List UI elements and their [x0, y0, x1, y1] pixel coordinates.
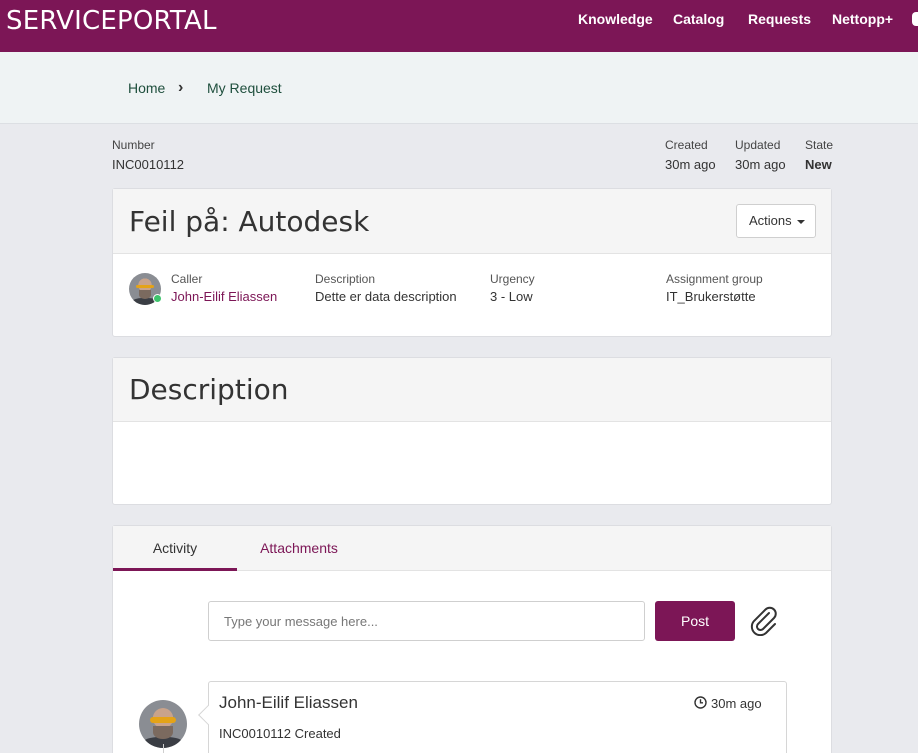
ticket-card-header: Feil på: Autodesk Actions [113, 189, 831, 254]
presence-online-icon [153, 294, 162, 303]
entry-text: INC0010112 Created [219, 726, 341, 741]
caller-link[interactable]: John-Eilif Eliassen [171, 289, 277, 304]
description-label: Description [315, 272, 376, 286]
state-value: New [805, 157, 832, 172]
actions-label: Actions [749, 213, 792, 228]
entry-time: 30m ago [694, 696, 762, 711]
nav-catalog[interactable]: Catalog [673, 11, 724, 27]
post-button[interactable]: Post [655, 601, 735, 641]
brand-logo[interactable]: SERVICEPORTAL [6, 6, 217, 36]
activity-card: Activity Attachments Post John-Eilif Eli… [112, 525, 832, 753]
breadcrumb-home[interactable]: Home [128, 80, 165, 96]
assignment-group-value: IT_Brukerstøtte [666, 289, 756, 304]
activity-tabs: Activity Attachments [113, 526, 831, 571]
created-label: Created [665, 138, 708, 152]
ticket-title: Feil på: Autodesk [129, 205, 370, 238]
description-card-header: Description [113, 358, 831, 422]
top-navbar: SERVICEPORTAL Knowledge Catalog Requests… [0, 0, 918, 52]
caller-label: Caller [171, 272, 203, 286]
timeline-line [163, 744, 164, 753]
tab-attachments[interactable]: Attachments [237, 526, 361, 571]
entry-pointer [198, 705, 218, 725]
actions-button[interactable]: Actions [736, 204, 816, 238]
description-title: Description [129, 373, 289, 406]
entry-avatar [139, 700, 187, 748]
breadcrumb-current[interactable]: My Request [207, 80, 282, 96]
ticket-card: Feil på: Autodesk Actions Caller John-Ei… [112, 188, 832, 337]
number-label: Number [112, 138, 155, 152]
created-value: 30m ago [665, 157, 716, 172]
clock-icon [694, 696, 707, 709]
assignment-group-label: Assignment group [666, 272, 763, 286]
nav-nettopp[interactable]: Nettopp+ [832, 11, 893, 27]
entry-author: John-Eilif Eliassen [219, 693, 358, 712]
chevron-right-icon: › [178, 79, 184, 96]
nav-requests[interactable]: Requests [748, 11, 811, 27]
entry-time-text: 30m ago [711, 696, 762, 711]
caret-down-icon [797, 220, 805, 224]
updated-label: Updated [735, 138, 781, 152]
message-input[interactable] [208, 601, 645, 641]
nav-knowledge[interactable]: Knowledge [578, 11, 653, 27]
urgency-value: 3 - Low [490, 289, 533, 304]
description-card: Description [112, 357, 832, 505]
updated-value: 30m ago [735, 157, 786, 172]
paperclip-icon[interactable] [749, 606, 779, 636]
activity-entry: John-Eilif Eliassen 30m ago INC0010112 C… [198, 681, 787, 753]
tab-activity[interactable]: Activity [113, 526, 237, 571]
number-value: INC0010112 [112, 157, 185, 172]
urgency-label: Urgency [490, 272, 535, 286]
state-label: State [805, 138, 834, 152]
user-menu-edge[interactable] [912, 12, 918, 26]
description-value: Dette er data description [315, 289, 457, 304]
breadcrumb: Home › My Request [0, 52, 918, 124]
